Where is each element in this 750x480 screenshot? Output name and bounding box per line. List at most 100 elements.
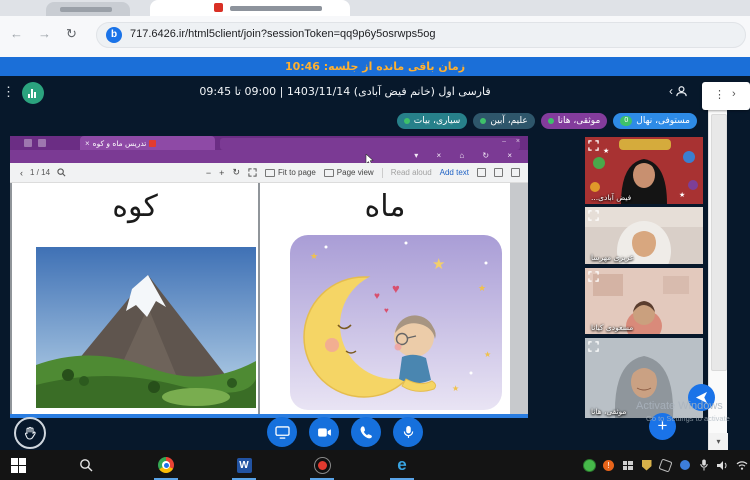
tray-alert-icon[interactable]: ! [602,459,615,472]
taskbar-search-button[interactable] [72,450,100,480]
recorder-icon [313,456,331,474]
fullscreen-icon[interactable] [588,341,599,352]
presentation-bottom-bar [10,414,528,418]
tray-grid-icon[interactable] [621,459,634,472]
windows-taskbar: W e ! [0,450,750,480]
tray-network-icon[interactable] [735,459,748,472]
taskbar-word-button[interactable]: W [230,450,258,480]
raise-hand-button[interactable] [14,417,46,449]
fullscreen-icon[interactable] [588,140,599,151]
page-view-button[interactable]: Page view [323,168,374,177]
browser-tab-inactive[interactable] [46,2,130,16]
tab-close-icon: × [85,138,90,148]
windows-logo-icon [10,457,26,473]
taskbar-recorder-button[interactable] [308,450,336,480]
svg-text:★: ★ [452,384,459,393]
pdf-back-icon[interactable]: ‹ [20,168,23,178]
taskbar-edge-button[interactable]: e [388,450,416,480]
svg-text:♥: ♥ [374,291,380,302]
video-name-label: عزیزی مهرسا [591,253,635,262]
zoom-in-icon[interactable]: + [219,168,224,178]
chrome-icon [158,457,174,473]
svg-text:★: ★ [432,256,445,273]
print-icon[interactable] [477,168,486,177]
edge-toolbar-icons: ▾ × ⌂ ↻ × [414,151,520,160]
edge-icon: e [397,455,407,474]
student-tab-label: علیم، آبین [490,116,528,126]
rotate-icon[interactable]: ↻ [232,167,240,178]
video-tile-student-1[interactable]: عزیزی مهرسا [585,207,703,264]
camera-icon [317,427,331,437]
microphone-icon [403,426,413,438]
url-bar[interactable]: b 717.6426.ir/html5client/join?sessionTo… [96,22,746,48]
start-button[interactable] [4,450,32,480]
student-tab-movasaghi[interactable]: موثقی، هانا [540,113,608,129]
tray-clip-icon[interactable] [658,457,673,473]
add-text-button[interactable]: Add text [440,168,469,177]
tray-microphone-icon[interactable] [697,459,710,472]
edge-pdf-tab: × تدریس ماه و کوه [80,136,215,150]
svg-text:★: ★ [484,350,491,359]
edge-window-controls: – × [502,138,524,145]
chevron-left-icon: ‹ [669,84,673,98]
video-tile-student-2[interactable]: مسعودی کیانا [585,268,703,334]
taskbar-chrome-button[interactable] [152,450,180,480]
edge-window-icon [24,139,32,147]
read-aloud-button[interactable]: Read aloud [391,168,432,177]
tray-app-icon[interactable] [678,459,691,472]
back-icon[interactable]: ← [10,26,23,41]
student-tab-alim[interactable]: علیم، آبین [473,113,535,129]
student-tab-mostofi[interactable]: مستوفی، نهال 0 [613,113,697,129]
tray-shield-icon[interactable] [640,459,653,472]
browser-tab-active[interactable] [150,0,350,16]
scroll-down-icon[interactable]: ▾ [709,433,728,450]
kebab-menu-icon[interactable]: ⋮ [714,88,725,101]
edge-tab-bar: × تدریس ماه و کوه – × [10,136,528,150]
tray-status-green-icon[interactable] [583,458,596,472]
svg-text:♥: ♥ [384,306,389,315]
url-text[interactable]: 717.6426.ir/html5client/join?sessionToke… [130,28,435,40]
fit-to-page-button[interactable]: Fit to page [264,168,316,177]
more-tools-icon[interactable] [511,168,520,177]
screenshare-button[interactable] [267,417,297,447]
panel-controls[interactable]: ⋮ › [702,82,750,110]
svg-text:★: ★ [603,147,609,155]
participants-toggle[interactable]: ‹ [669,84,688,98]
pdf-scrollbar[interactable] [510,183,528,414]
read-aloud-label: Read aloud [390,168,432,177]
webcam-button[interactable] [309,417,339,447]
student-tab-sayari[interactable]: سیاری، بیات [396,113,468,129]
system-tray: ! [583,450,748,480]
audio-button[interactable] [351,417,381,447]
chevron-right-icon[interactable]: › [732,88,736,100]
word-kuh: کوه [112,189,158,224]
activate-windows-watermark-sub: Go to Settings to activate Windows. [646,414,730,423]
monitor-icon [274,425,290,439]
meeting-header: ⋮ فارسی اول (خانم فیض آبادی) 1403/11/14 … [0,76,750,110]
tab-favicon-icon [214,3,223,12]
forward-icon[interactable]: → [38,26,51,41]
video-tile-teacher[interactable]: ★ ★ فیض آبادی... [585,137,703,204]
meeting-title: فارسی اول (خانم فیض آبادی) 1403/11/14 | … [199,85,491,98]
svg-text:★: ★ [679,191,685,199]
pdf-page-mah: ماه ★ ★ ★ ★ ★ ♥ ♥ ♥ [260,183,510,414]
refresh-icon[interactable]: ↻ [66,26,77,42]
toolbar-divider [381,167,383,178]
scrollbar-thumb[interactable] [711,114,727,371]
edge-tab-title: تدریس ماه و کوه [92,138,147,148]
hand-icon [24,426,36,440]
word-mah: ماه [364,189,406,224]
fullscreen-icon[interactable] [588,210,599,221]
save-icon[interactable] [494,168,503,177]
tray-volume-icon[interactable] [716,459,729,472]
fullscreen-icon[interactable] [588,271,599,282]
search-icon[interactable] [57,168,66,177]
mute-button[interactable] [393,417,423,447]
video-name-label: فیض آبادی... [591,193,632,202]
session-time-text: زمان باقی مانده از جلسه: 10:46 [284,60,466,73]
zoom-out-icon[interactable]: − [206,168,211,178]
video-name-label: مسعودی کیانا [591,323,634,332]
pdf-toolbar: ‹ 1 / 14 − + ↻ Fit to page Page view Rea… [10,163,528,183]
fullscreen-icon[interactable] [248,168,257,177]
phone-icon [360,426,372,439]
